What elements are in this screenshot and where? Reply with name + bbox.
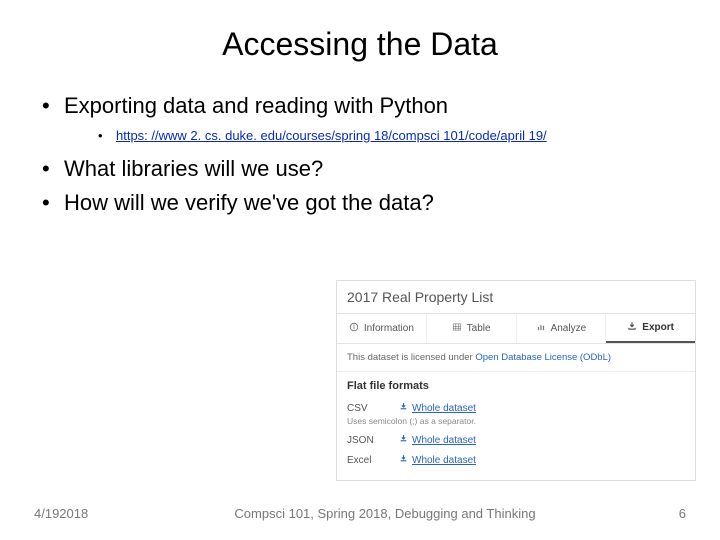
tab-label: Export <box>642 322 674 333</box>
footer-page-number: 6 <box>646 506 686 521</box>
tab-label: Analyze <box>551 323 587 334</box>
download-icon <box>399 402 408 414</box>
dataset-title: 2017 Real Property List <box>337 281 695 313</box>
download-json-link[interactable]: Whole dataset <box>399 434 476 446</box>
slide-title: Accessing the Data <box>30 26 690 63</box>
analyze-icon <box>536 322 546 335</box>
license-prefix: This dataset is licensed under <box>347 352 475 363</box>
code-url-link[interactable]: https: //www 2. cs. duke. edu/courses/sp… <box>116 128 547 143</box>
bullet-text: Exporting data and reading with Python <box>64 93 448 118</box>
format-row-csv: CSV Whole dataset <box>347 398 685 418</box>
table-icon <box>452 322 462 335</box>
bullet-item: How will we verify we've got the data? <box>42 188 690 218</box>
download-icon <box>399 454 408 466</box>
slide: Accessing the Data Exporting data and re… <box>0 0 720 540</box>
download-label: Whole dataset <box>412 455 476 466</box>
download-label: Whole dataset <box>412 435 476 446</box>
tab-table[interactable]: Table <box>427 314 517 343</box>
format-name: CSV <box>347 403 383 414</box>
info-icon <box>349 322 359 335</box>
bullet-text: How will we verify we've got the data? <box>64 190 434 215</box>
tab-label: Information <box>364 323 414 334</box>
footer-date: 4/192018 <box>34 506 124 521</box>
tab-export[interactable]: Export <box>606 314 695 343</box>
bullet-list: Exporting data and reading with Python h… <box>30 91 690 218</box>
format-name: JSON <box>347 435 383 446</box>
tab-label: Table <box>467 323 491 334</box>
license-link[interactable]: Open Database License (ODbL) <box>475 352 611 363</box>
slide-footer: 4/192018 Compsci 101, Spring 2018, Debug… <box>0 506 720 522</box>
formats-list: CSV Whole dataset Uses semicolon (;) as … <box>337 398 695 480</box>
download-label: Whole dataset <box>412 403 476 414</box>
sub-bullet-list: https: //www 2. cs. duke. edu/courses/sp… <box>64 127 690 145</box>
bullet-text: What libraries will we use? <box>64 156 323 181</box>
tab-analyze[interactable]: Analyze <box>517 314 607 343</box>
tab-bar: Information Table Analyze Export <box>337 313 695 344</box>
dataset-panel: 2017 Real Property List Information Tabl… <box>336 280 696 481</box>
download-icon <box>399 434 408 446</box>
export-icon <box>627 321 637 334</box>
download-csv-link[interactable]: Whole dataset <box>399 402 476 414</box>
flat-file-header: Flat file formats <box>337 372 695 398</box>
bullet-item: Exporting data and reading with Python h… <box>42 91 690 144</box>
tab-information[interactable]: Information <box>337 314 427 343</box>
sub-bullet-item: https: //www 2. cs. duke. edu/courses/sp… <box>98 127 690 145</box>
license-line: This dataset is licensed under Open Data… <box>337 344 695 372</box>
format-name: Excel <box>347 455 383 466</box>
download-excel-link[interactable]: Whole dataset <box>399 454 476 466</box>
format-row-json: JSON Whole dataset <box>347 430 685 450</box>
footer-course: Compsci 101, Spring 2018, Debugging and … <box>124 506 646 522</box>
format-row-excel: Excel Whole dataset <box>347 450 685 470</box>
bullet-item: What libraries will we use? <box>42 154 690 184</box>
csv-note: Uses semicolon (;) as a separator. <box>347 416 685 426</box>
